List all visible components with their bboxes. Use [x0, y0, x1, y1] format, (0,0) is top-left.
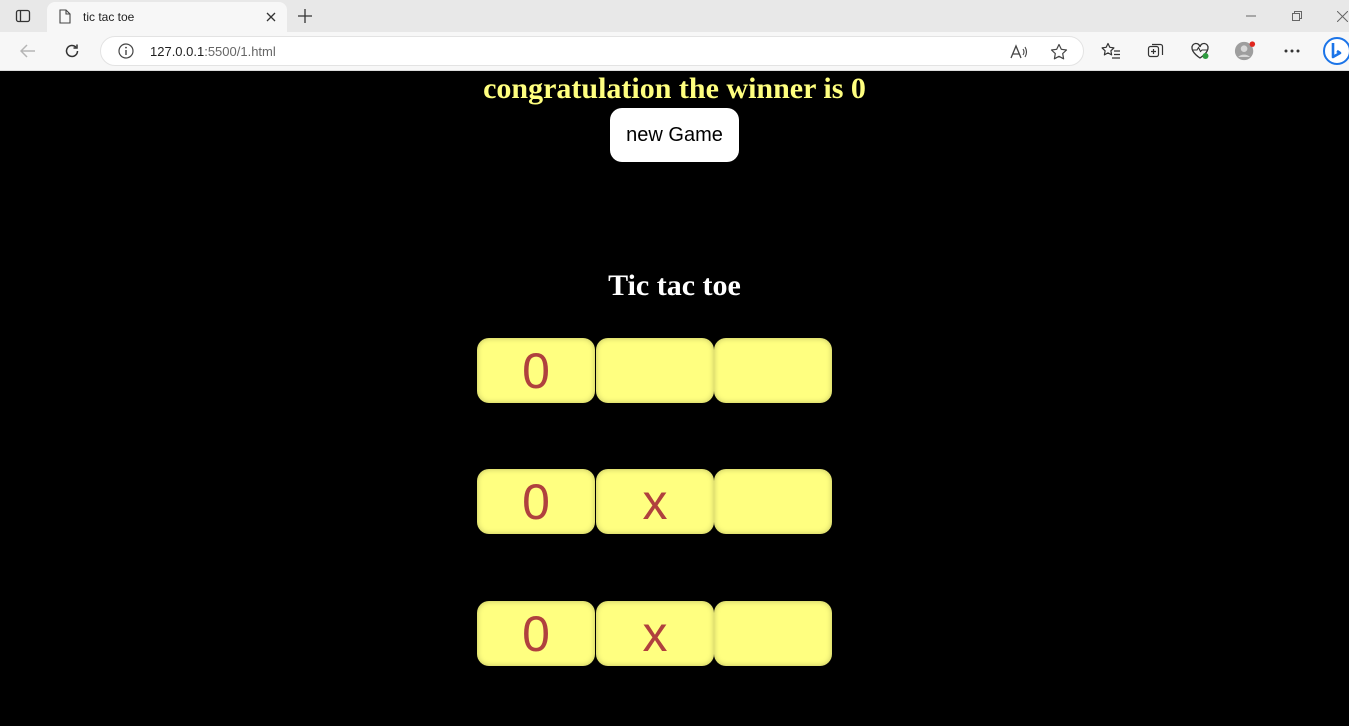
page-icon [59, 9, 73, 25]
new-tab-icon[interactable] [295, 6, 315, 26]
read-aloud-icon[interactable] [1009, 42, 1029, 62]
browser-tab[interactable]: tic tac toe [47, 2, 287, 32]
board-cell-9[interactable] [714, 601, 832, 666]
url-path: :5500/1.html [204, 44, 276, 59]
minimize-icon[interactable] [1241, 6, 1261, 26]
board-cell-3[interactable] [714, 338, 832, 403]
tab-actions-icon[interactable] [14, 7, 32, 25]
favorites-icon[interactable] [1100, 40, 1122, 62]
site-info-icon[interactable] [118, 43, 134, 59]
winner-message: congratulation the winner is 0 [483, 72, 866, 105]
tab-bar: tic tac toe [0, 0, 1349, 32]
url-host: 127.0.0.1 [150, 44, 205, 59]
board-cell-4[interactable]: 0 [477, 469, 595, 534]
collections-icon[interactable] [1145, 40, 1167, 62]
board-cell-5[interactable]: x [596, 469, 714, 534]
close-tab-icon[interactable] [261, 7, 281, 27]
favorite-star-icon[interactable] [1049, 42, 1069, 62]
performance-heart-icon[interactable] [1189, 40, 1211, 62]
board-cell-1[interactable]: 0 [477, 338, 595, 403]
refresh-icon[interactable] [61, 40, 83, 62]
board-cell-7[interactable]: 0 [477, 601, 595, 666]
more-options-icon[interactable] [1281, 40, 1303, 62]
close-window-icon[interactable] [1332, 6, 1349, 26]
back-icon[interactable] [17, 40, 39, 62]
board-cell-6[interactable] [714, 469, 832, 534]
page-title: Tic tac toe [608, 269, 741, 302]
restore-icon[interactable] [1287, 6, 1307, 26]
bing-chat-icon[interactable] [1322, 36, 1349, 66]
board-cell-8[interactable]: x [596, 601, 714, 666]
url-text: 127.0.0.1:5500/1.html [150, 44, 276, 59]
address-bar[interactable]: 127.0.0.1:5500/1.html [100, 36, 1084, 66]
board-cell-2[interactable] [596, 338, 714, 403]
profile-avatar-icon[interactable] [1234, 40, 1256, 62]
browser-toolbar: 127.0.0.1:5500/1.html [0, 32, 1349, 71]
tab-title: tic tac toe [83, 10, 135, 24]
new-game-button[interactable]: new Game [610, 108, 739, 162]
game-board: 0 0 x 0 x [477, 338, 833, 666]
